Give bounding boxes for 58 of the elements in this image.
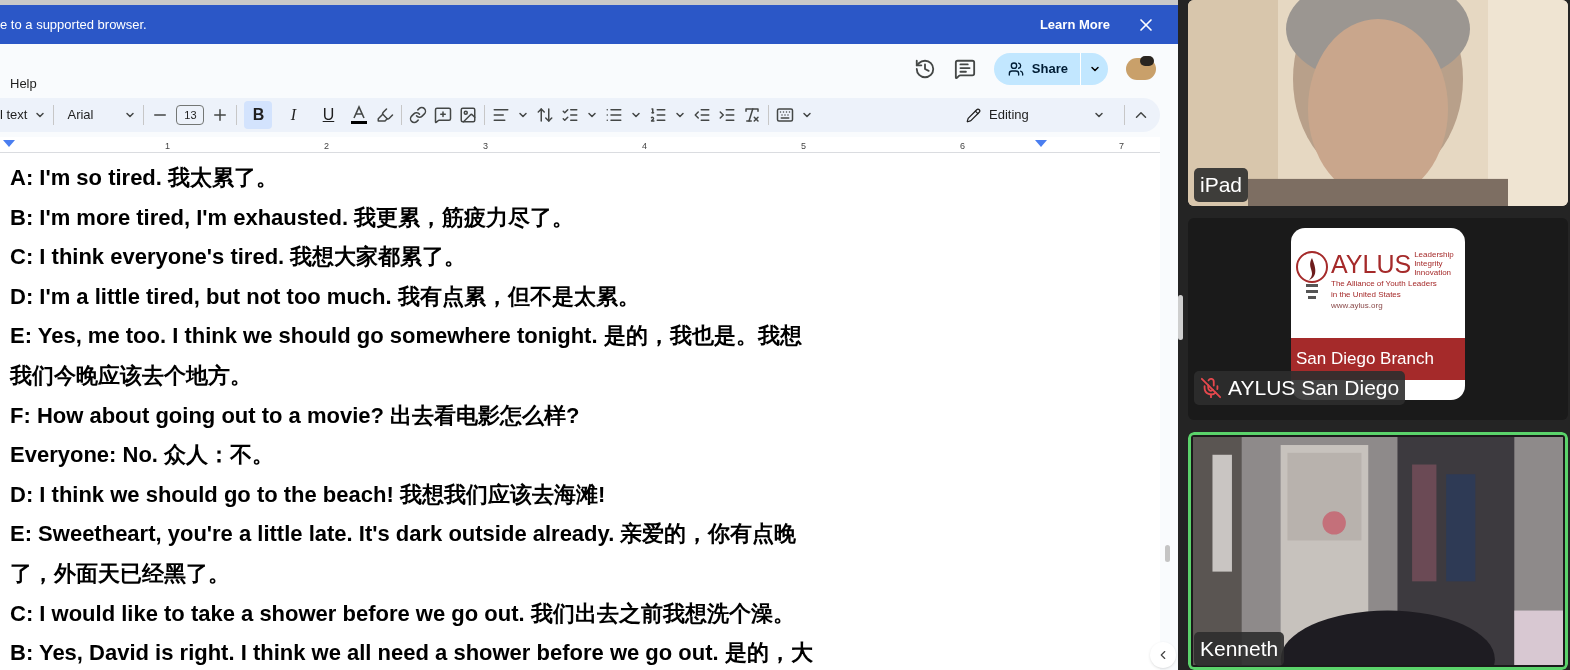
image-icon[interactable] bbox=[459, 106, 478, 124]
people-icon bbox=[1007, 61, 1024, 77]
learn-more-link[interactable]: Learn More bbox=[1039, 14, 1110, 35]
side-panel-toggle[interactable] bbox=[1150, 642, 1176, 668]
share-button[interactable]: Share bbox=[993, 53, 1080, 85]
editing-mode-dropdown[interactable]: Editing bbox=[966, 105, 1076, 125]
link-icon[interactable] bbox=[409, 106, 428, 124]
align-icon[interactable] bbox=[492, 106, 511, 124]
dialogue-line: E: Yes, me too. I think we should go somewhere tonight. 是的，我也是。我想 我们今晚应该去个地方。 bbox=[10, 322, 802, 390]
dialogue-line: D: I think we should go to the beach! 我想我们应该去海滩! bbox=[10, 480, 606, 509]
ruler-number: 4 bbox=[642, 140, 648, 152]
dialogue-line: Everyone: No. 众人：不。 bbox=[10, 441, 275, 470]
dialogue-line: A: I'm so tired. 我太累了。 bbox=[10, 164, 279, 192]
bold-button[interactable]: B bbox=[244, 101, 273, 129]
branch-label: San Diego Branch bbox=[1296, 348, 1434, 371]
checklist-icon[interactable] bbox=[561, 106, 580, 124]
bulleted-list-icon[interactable] bbox=[605, 106, 624, 124]
participant-name: iPad bbox=[1200, 172, 1243, 199]
line-spacing-icon[interactable] bbox=[536, 106, 555, 124]
clear-formatting-icon[interactable] bbox=[743, 106, 762, 124]
dialogue-line: B: I'm more tired, I'm exhausted. 我更累，筋疲力尽了。 bbox=[10, 203, 575, 232]
logo-title: AYLUS bbox=[1331, 249, 1412, 278]
logo-motto: Leadership Integrity Innovation bbox=[1414, 249, 1454, 277]
ruler-number: 5 bbox=[801, 140, 807, 152]
participant-name: AYLUS San Diego bbox=[1228, 374, 1400, 401]
keyboard-icon[interactable] bbox=[776, 106, 795, 124]
menu-item[interactable]: Help bbox=[10, 73, 37, 93]
ruler-number: 7 bbox=[1119, 140, 1125, 152]
ruler-number: 1 bbox=[165, 140, 171, 152]
dialogue-line: C: I would like to take a shower before we go out. 我们出去之前我想洗个澡。 bbox=[10, 599, 795, 628]
dialogue-line: D: I'm a little tired, but not too much. 我有点累，但不是太累。 bbox=[10, 282, 640, 311]
banner-message: e to a supported browser. bbox=[0, 15, 147, 34]
ruler-number: 3 bbox=[483, 140, 489, 152]
scrollbar-thumb[interactable] bbox=[1165, 545, 1170, 562]
dialogue-line: F: How about going out to a movie? 出去看电影怎么样? bbox=[10, 401, 580, 430]
comment-icon[interactable] bbox=[953, 58, 976, 80]
increase-indent-icon[interactable] bbox=[718, 106, 737, 124]
dialogue-line: E: Sweetheart, you're a little late. It's dark outside already. 亲爱的，你有点晚 了，外面天已经黑了。 bbox=[10, 520, 797, 588]
add-comment-icon[interactable] bbox=[434, 106, 453, 124]
pencil-icon bbox=[966, 107, 981, 123]
numbered-list-icon[interactable] bbox=[649, 106, 668, 124]
logo-url: www.aylus.org bbox=[1331, 299, 1384, 311]
participant-name: Kenneth bbox=[1200, 636, 1279, 663]
user-avatar[interactable] bbox=[1126, 58, 1156, 80]
text-color-icon[interactable] bbox=[349, 104, 370, 126]
decrease-indent-icon[interactable] bbox=[693, 106, 712, 124]
highlighter-icon[interactable] bbox=[376, 106, 395, 124]
font-dropdown[interactable]: Arial bbox=[67, 105, 118, 125]
dialogue-line: C: I think everyone's tired. 我想大家都累了。 bbox=[10, 243, 467, 272]
dialogue-line: B: Yes, David is right. I think we all need a shower before we go out. 是的，大 bbox=[10, 639, 813, 668]
ruler-number: 2 bbox=[324, 140, 330, 152]
style-dropdown[interactable]: l text bbox=[0, 105, 28, 125]
italic-button[interactable]: I bbox=[279, 101, 308, 129]
history-icon[interactable] bbox=[913, 58, 936, 80]
ruler-number: 6 bbox=[960, 140, 966, 152]
font-size-field[interactable]: 13 bbox=[176, 105, 205, 125]
underline-button[interactable]: U bbox=[314, 101, 343, 129]
logo-subtitle: The Alliance of Youth Leaders in the United States bbox=[1331, 277, 1438, 300]
